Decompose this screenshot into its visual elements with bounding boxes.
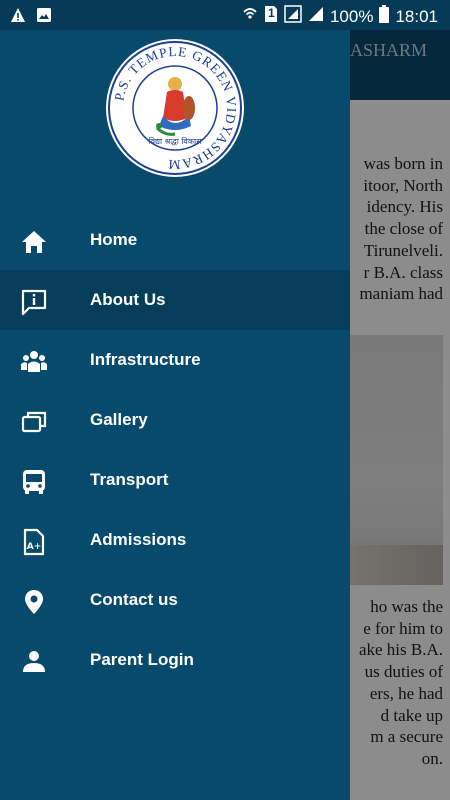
cell-signal-icon xyxy=(308,6,324,27)
menu-item-parent-login[interactable]: Parent Login xyxy=(0,630,350,690)
person-icon xyxy=(20,648,48,676)
sim-slot-label: 1 xyxy=(267,6,275,20)
menu-label-contact-us: Contact us xyxy=(90,590,178,609)
drawer-scrim[interactable] xyxy=(350,30,450,800)
battery-icon xyxy=(379,5,390,28)
warning-icon xyxy=(10,7,26,28)
status-bar: 1 100% 18:01 xyxy=(0,0,450,30)
drawer-menu: Home About Us Infrastructure Gallery Tra… xyxy=(0,210,350,690)
menu-item-about-us[interactable]: About Us xyxy=(0,270,350,330)
home-icon xyxy=(20,228,48,256)
menu-label-transport: Transport xyxy=(90,470,169,489)
admission-form-icon: A+ xyxy=(20,528,48,556)
location-pin-icon xyxy=(20,588,48,616)
menu-label-infrastructure: Infrastructure xyxy=(90,350,201,369)
wifi-calling-icon xyxy=(242,5,258,28)
svg-text:A+: A+ xyxy=(27,542,42,552)
menu-item-transport[interactable]: Transport xyxy=(0,450,350,510)
svg-text:विद्या श्रद्धा विकास: विद्या श्रद्धा विकास xyxy=(149,136,203,146)
clock: 18:01 xyxy=(395,6,438,26)
menu-label-gallery: Gallery xyxy=(90,410,148,429)
menu-label-admissions: Admissions xyxy=(90,530,187,549)
sim-icon: 1 xyxy=(264,5,278,28)
menu-item-infrastructure[interactable]: Infrastructure xyxy=(0,330,350,390)
menu-label-about-us: About Us xyxy=(90,290,166,309)
menu-item-home[interactable]: Home xyxy=(0,210,350,270)
menu-item-admissions[interactable]: A+ Admissions xyxy=(0,510,350,570)
navigation-drawer: P.S. TEMPLE GREEN VIDYASHRAM विद्या श्रद… xyxy=(0,30,350,800)
school-logo: P.S. TEMPLE GREEN VIDYASHRAM विद्या श्रद… xyxy=(105,38,245,178)
gallery-icon xyxy=(20,408,48,436)
signal-box-icon xyxy=(284,5,302,28)
menu-label-parent-login: Parent Login xyxy=(90,650,194,669)
menu-item-gallery[interactable]: Gallery xyxy=(0,390,350,450)
menu-label-home: Home xyxy=(90,230,138,249)
info-message-icon xyxy=(20,288,48,316)
people-icon xyxy=(20,348,48,376)
image-notification-icon xyxy=(36,7,52,28)
menu-item-contact-us[interactable]: Contact us xyxy=(0,570,350,630)
battery-percent: 100% xyxy=(329,6,374,26)
bus-icon xyxy=(20,468,48,496)
